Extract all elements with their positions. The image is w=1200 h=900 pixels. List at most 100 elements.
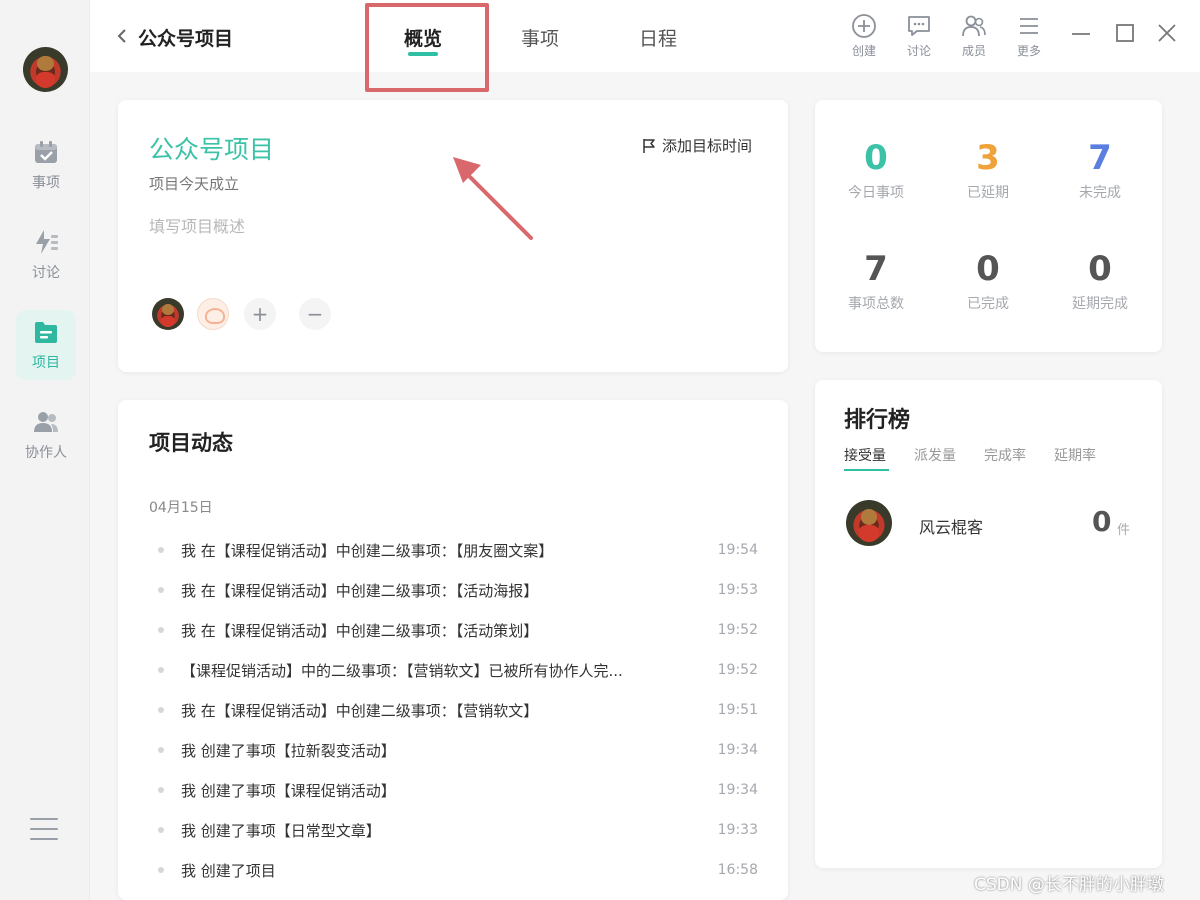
tool-label: 更多 bbox=[1016, 44, 1041, 58]
minimize-icon[interactable] bbox=[1070, 22, 1092, 44]
activity-time: 19:34 bbox=[717, 742, 758, 758]
stat-label: 今日事项 bbox=[848, 185, 904, 201]
activity-item[interactable]: 我 在【课程促销活动】中创建二级事项：【活动海报】 19:53 bbox=[158, 570, 762, 610]
activity-time: 19:34 bbox=[717, 782, 758, 798]
stat-value: 0 bbox=[864, 138, 888, 178]
plus-circle-icon bbox=[852, 14, 876, 38]
members-button[interactable]: 成员 bbox=[954, 13, 994, 59]
add-member-button[interactable]: + bbox=[244, 298, 276, 330]
tab-items[interactable]: 事项 bbox=[521, 24, 559, 51]
folder-icon bbox=[35, 322, 57, 343]
people-icon bbox=[34, 412, 58, 432]
stat-delayed-completed[interactable]: 0 延期完成 bbox=[1045, 249, 1155, 313]
bullet-dot bbox=[158, 547, 164, 553]
bullet-dot bbox=[158, 627, 164, 633]
stat-value: 7 bbox=[864, 249, 888, 289]
sidebar-item-discuss[interactable]: 讨论 bbox=[16, 220, 76, 290]
ranking-tab-received[interactable]: 接受量 bbox=[844, 445, 886, 465]
activity-time: 16:58 bbox=[717, 862, 758, 878]
flag-icon bbox=[643, 138, 655, 153]
activity-text: 我 在【课程促销活动】中创建二级事项：【活动策划】 bbox=[181, 621, 539, 640]
activity-list: 我 在【课程促销活动】中创建二级事项：【朋友圈文案】 19:54 我 在【课程促销活… bbox=[158, 530, 762, 890]
create-button[interactable]: 创建 bbox=[844, 13, 884, 59]
activity-item[interactable]: 我 创建了事项【课程促销活动】 19:34 bbox=[158, 770, 762, 810]
sidebar-item-collaborators[interactable]: 协作人 bbox=[16, 400, 76, 470]
activity-time: 19:54 bbox=[717, 542, 758, 558]
ranking-card: 排行榜 接受量 派发量 完成率 延期率 风云棍客 0 件 bbox=[815, 380, 1162, 868]
stat-label: 已延期 bbox=[967, 185, 1009, 201]
activity-item[interactable]: 我 创建了项目 16:58 bbox=[158, 850, 762, 890]
stat-incomplete[interactable]: 7 未完成 bbox=[1045, 138, 1155, 202]
bullet-dot bbox=[158, 707, 164, 713]
activity-item[interactable]: 我 在【课程促销活动】中创建二级事项：【营销软文】 19:51 bbox=[158, 690, 762, 730]
calendar-check-icon bbox=[35, 141, 57, 163]
member-avatar[interactable] bbox=[152, 298, 184, 330]
ranking-tab-indicator bbox=[844, 469, 889, 471]
activity-time: 19:52 bbox=[717, 662, 758, 678]
activity-time: 19:51 bbox=[717, 702, 758, 718]
discuss-button[interactable]: 讨论 bbox=[899, 13, 939, 59]
maximize-icon[interactable] bbox=[1114, 22, 1136, 44]
add-target-time-button[interactable]: 添加目标时间 bbox=[642, 135, 752, 156]
ranking-tab-dispatched[interactable]: 派发量 bbox=[914, 445, 956, 465]
stat-value: 0 bbox=[1088, 249, 1112, 289]
lightning-icon bbox=[36, 230, 58, 254]
activity-text: 我 创建了事项【拉新裂变活动】 bbox=[181, 741, 396, 760]
chat-icon bbox=[908, 16, 930, 36]
activity-item[interactable]: 我 创建了事项【日常型文章】 19:33 bbox=[158, 810, 762, 850]
activity-item[interactable]: 我 在【课程促销活动】中创建二级事项：【朋友圈文案】 19:54 bbox=[158, 530, 762, 570]
ranking-tab-delay-rate[interactable]: 延期率 bbox=[1054, 445, 1096, 465]
activity-text: 我 在【课程促销活动】中创建二级事项：【朋友圈文案】 bbox=[181, 541, 554, 560]
sidebar-item-label: 事项 bbox=[32, 175, 60, 191]
ranking-tab-completion-rate[interactable]: 完成率 bbox=[984, 445, 1026, 465]
project-created-text: 项目今天成立 bbox=[149, 175, 240, 193]
activity-title: 项目动态 bbox=[149, 431, 233, 455]
more-button[interactable]: 更多 bbox=[1009, 13, 1049, 59]
stat-total-items[interactable]: 7 事项总数 bbox=[821, 249, 931, 313]
ranking-value: 0 bbox=[1092, 505, 1112, 538]
stat-value: 0 bbox=[976, 249, 1000, 289]
sidebar-item-label: 协作人 bbox=[25, 445, 67, 461]
activity-time: 19:33 bbox=[717, 822, 758, 838]
activity-text: 我 在【课程促销活动】中创建二级事项：【活动海报】 bbox=[181, 581, 539, 600]
activity-time: 19:53 bbox=[717, 582, 758, 598]
remove-member-button[interactable]: − bbox=[299, 298, 331, 330]
close-icon[interactable] bbox=[1156, 22, 1178, 44]
bullet-dot bbox=[158, 667, 164, 673]
stat-delayed[interactable]: 3 已延期 bbox=[933, 138, 1043, 202]
project-description-field[interactable]: 填写项目概述 bbox=[149, 213, 245, 237]
sidebar-item-schedule[interactable]: 事项 bbox=[16, 130, 76, 200]
activity-item[interactable]: 我 在【课程促销活动】中创建二级事项：【活动策划】 19:52 bbox=[158, 610, 762, 650]
activity-text: 我 创建了事项【日常型文章】 bbox=[181, 821, 381, 840]
add-target-time-label: 添加目标时间 bbox=[662, 137, 753, 155]
stat-completed[interactable]: 0 已完成 bbox=[933, 249, 1043, 313]
bullet-dot bbox=[158, 827, 164, 833]
user-avatar[interactable] bbox=[23, 47, 68, 92]
stat-value: 3 bbox=[976, 138, 1000, 178]
activity-item[interactable]: 【课程促销活动】中的二级事项：【营销软文】已被所有协作人完... 19:52 bbox=[158, 650, 762, 690]
page-title: 公众号项目 bbox=[138, 28, 234, 50]
sidebar-item-label: 讨论 bbox=[32, 265, 60, 281]
project-name[interactable]: 公众号项目 bbox=[149, 130, 274, 166]
tool-label: 创建 bbox=[851, 44, 876, 58]
stats-card: 0 今日事项 3 已延期 7 未完成 7 事项总数 0 已完成 0 延期完成 bbox=[815, 100, 1162, 352]
activity-text: 我 创建了事项【课程促销活动】 bbox=[181, 781, 396, 800]
sidebar-item-label: 项目 bbox=[32, 355, 60, 371]
member-avatar[interactable] bbox=[197, 298, 229, 330]
stat-today-items[interactable]: 0 今日事项 bbox=[821, 138, 931, 202]
sidebar-item-project[interactable]: 项目 bbox=[16, 310, 76, 380]
chevron-left-icon[interactable] bbox=[116, 28, 128, 44]
ranking-avatar[interactable] bbox=[846, 500, 892, 546]
menu-icon bbox=[1020, 18, 1038, 34]
stat-value: 7 bbox=[1088, 138, 1112, 178]
activity-text: 【课程促销活动】中的二级事项：【营销软文】已被所有协作人完... bbox=[181, 661, 623, 680]
annotation-arrow bbox=[453, 157, 533, 240]
activity-text: 我 创建了项目 bbox=[181, 861, 276, 880]
members-icon bbox=[962, 15, 986, 37]
tab-calendar[interactable]: 日程 bbox=[639, 24, 677, 51]
activity-item[interactable]: 我 创建了事项【拉新裂变活动】 19:34 bbox=[158, 730, 762, 770]
activity-text: 我 在【课程促销活动】中创建二级事项：【营销软文】 bbox=[181, 701, 539, 720]
stat-label: 未完成 bbox=[1079, 185, 1121, 201]
tool-label: 成员 bbox=[961, 44, 986, 58]
hamburger-icon[interactable] bbox=[30, 818, 58, 844]
